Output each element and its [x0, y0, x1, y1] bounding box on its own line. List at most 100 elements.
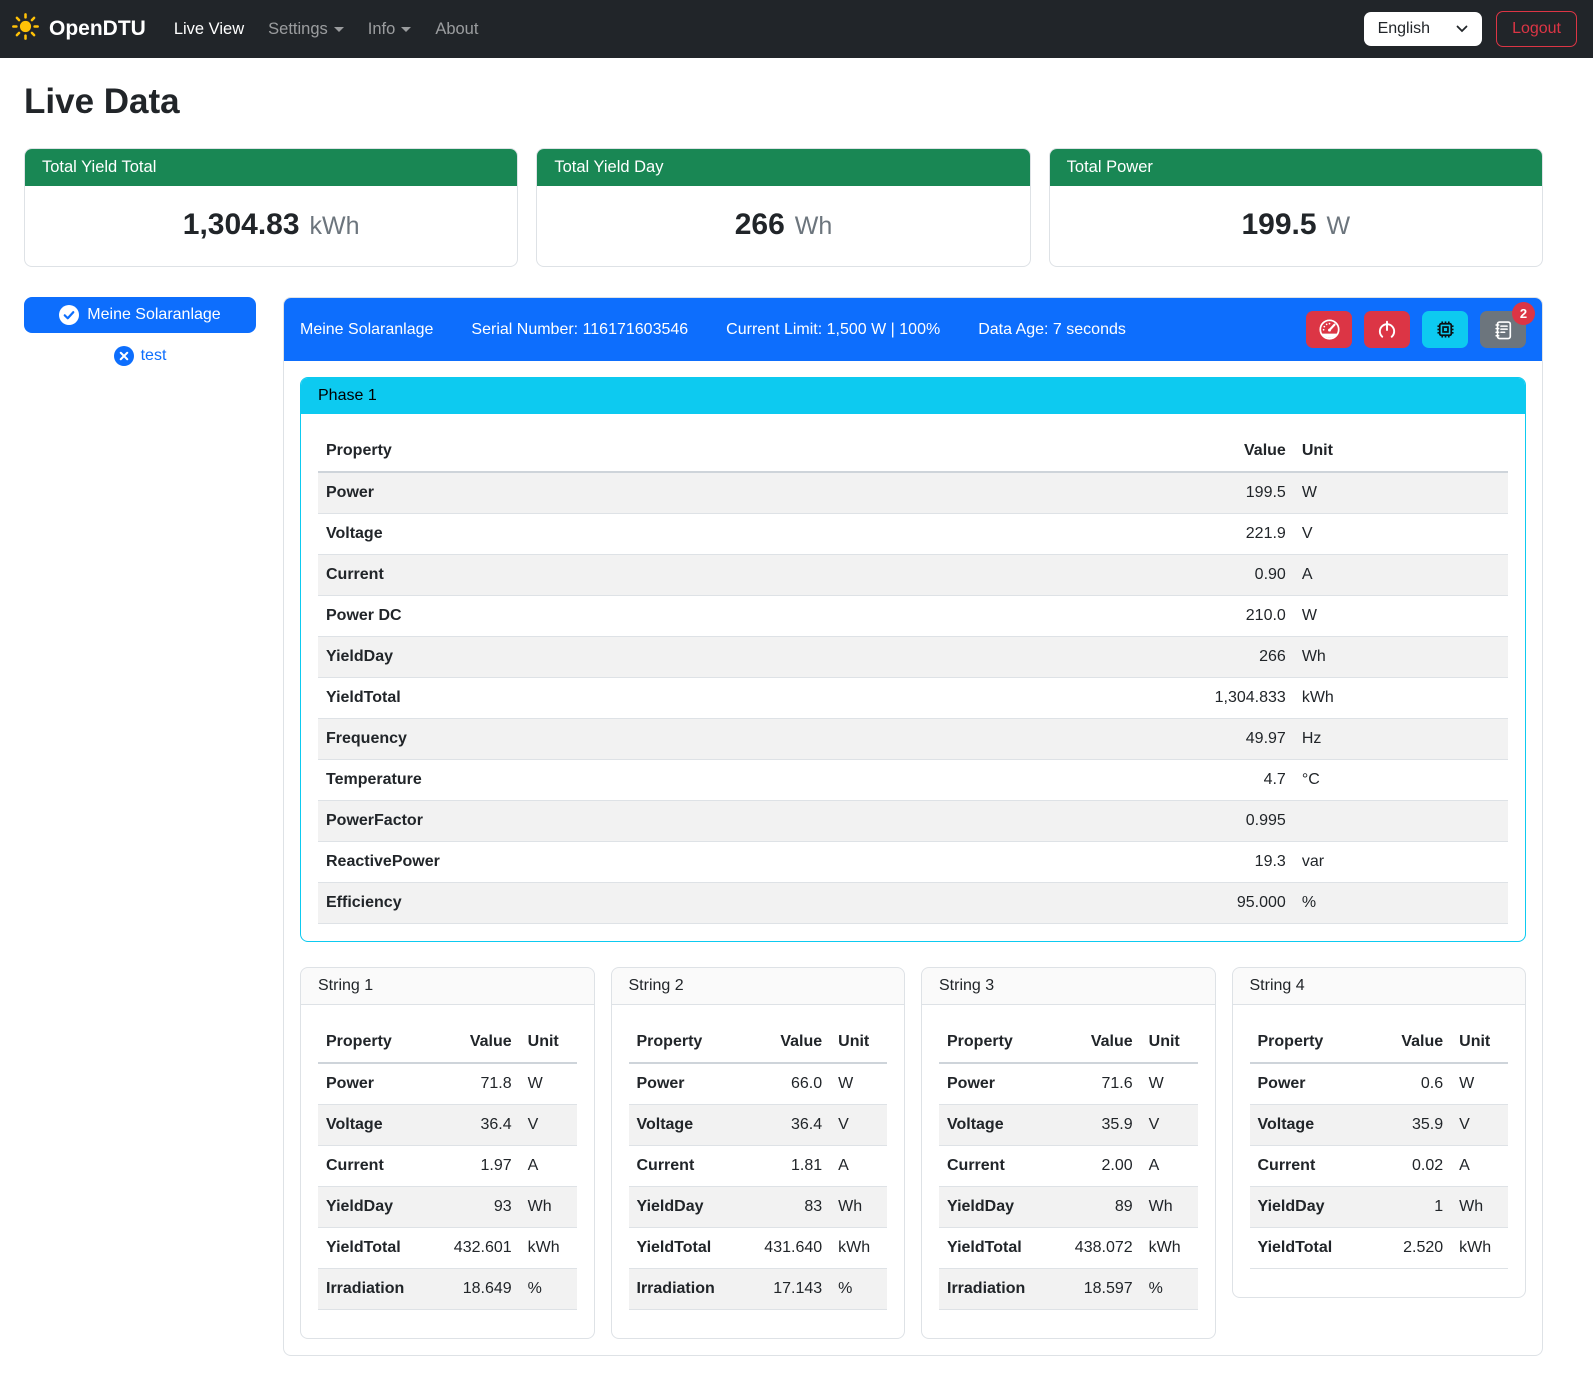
card-title: Total Yield Total [25, 149, 517, 186]
column-header-value: Value [1063, 1022, 1141, 1063]
inverter-test-label: test [141, 347, 167, 365]
table-row: Current1.81A [629, 1146, 888, 1187]
column-header-unit: Unit [520, 1022, 577, 1063]
string-4-card: String 4 Property Value Unit [1232, 967, 1527, 1298]
string-2-title: String 2 [612, 968, 905, 1005]
table-row: Current0.02A [1250, 1146, 1509, 1187]
card-total-yield-day: Total Yield Day 266 Wh [536, 148, 1030, 267]
table-row: Voltage35.9V [1250, 1105, 1509, 1146]
language-select[interactable]: English [1364, 12, 1482, 46]
column-header-value: Value [753, 1022, 831, 1063]
nav-about[interactable]: About [423, 12, 490, 47]
inverter-limit: Current Limit: 1,500 W | 100% [726, 321, 940, 339]
inverter-data-age: Data Age: 7 seconds [978, 321, 1126, 339]
inverter-card: Meine Solaranlage Serial Number: 1161716… [283, 297, 1543, 1356]
column-header-value: Value [442, 1022, 520, 1063]
table-row: Current1.97A [318, 1146, 577, 1187]
inverter-serial: Serial Number: 116171603546 [471, 321, 688, 339]
nav-live-view[interactable]: Live View [162, 12, 256, 47]
event-log-button[interactable]: 2 [1480, 311, 1526, 348]
card-unit: W [1327, 212, 1351, 241]
page-container: Live Data Total Yield Total 1,304.83 kWh… [0, 58, 1593, 1386]
table-row: Irradiation17.143% [629, 1269, 888, 1310]
table-row: Voltage35.9V [939, 1105, 1198, 1146]
brand-name: OpenDTU [49, 17, 146, 41]
inverter-sidebar: Meine Solaranlage test [24, 297, 256, 366]
column-header-value: Value [1374, 1022, 1452, 1063]
table-row: Power199.5W [318, 472, 1508, 514]
card-title: Total Power [1050, 149, 1542, 186]
logout-button[interactable]: Logout [1496, 11, 1577, 47]
nav-settings[interactable]: Settings [256, 12, 356, 47]
brand[interactable]: OpenDTU [12, 13, 146, 46]
device-info-button[interactable] [1422, 311, 1468, 348]
table-row: YieldDay1Wh [1250, 1187, 1509, 1228]
nav-info[interactable]: Info [356, 12, 424, 47]
table-row: Voltage36.4V [629, 1105, 888, 1146]
speedometer-icon [1318, 318, 1341, 341]
column-header-property: Property [629, 1022, 753, 1063]
card-total-yield-total: Total Yield Total 1,304.83 kWh [24, 148, 518, 267]
column-header-property: Property [939, 1022, 1063, 1063]
string-3-table: Property Value Unit Power71.6WVoltage35.… [939, 1022, 1198, 1310]
string-1-card: String 1 Property Value Unit [300, 967, 595, 1339]
power-button[interactable] [1364, 311, 1410, 348]
string-1-title: String 1 [301, 968, 594, 1005]
table-row: YieldDay89Wh [939, 1187, 1198, 1228]
limit-settings-button[interactable] [1306, 311, 1352, 348]
strings-row: String 1 Property Value Unit [300, 967, 1526, 1339]
cpu-icon [1434, 318, 1457, 341]
table-row: Irradiation18.649% [318, 1269, 577, 1310]
table-row: Power66.0W [629, 1063, 888, 1105]
column-header-unit: Unit [830, 1022, 887, 1063]
card-value: 199.5 [1241, 208, 1316, 242]
chevron-down-icon [401, 27, 411, 32]
journal-text-icon [1492, 319, 1514, 341]
navbar-right: English Logout [1364, 11, 1577, 47]
column-header-unit: Unit [1294, 431, 1508, 472]
summary-cards-row: Total Yield Total 1,304.83 kWh Total Yie… [24, 148, 1543, 267]
power-icon [1376, 319, 1398, 341]
column-header-property: Property [318, 431, 1163, 472]
string-4-title: String 4 [1233, 968, 1526, 1005]
table-row: Frequency49.97Hz [318, 719, 1508, 760]
event-count-badge: 2 [1512, 302, 1535, 325]
column-header-value: Value [1163, 431, 1294, 472]
string-2-table: Property Value Unit Power66.0WVoltage36.… [629, 1022, 888, 1310]
table-row: Current2.00A [939, 1146, 1198, 1187]
table-row: Irradiation18.597% [939, 1269, 1198, 1310]
sun-icon [12, 13, 39, 46]
table-row: Power71.6W [939, 1063, 1198, 1105]
chevron-down-icon [334, 27, 344, 32]
table-row: YieldTotal1,304.833kWh [318, 678, 1508, 719]
string-4-table: Property Value Unit Power0.6WVoltage35.9… [1250, 1022, 1509, 1269]
column-header-property: Property [1250, 1022, 1374, 1063]
language-value: English [1378, 20, 1430, 38]
table-row: YieldDay266Wh [318, 637, 1508, 678]
navbar: OpenDTU Live View Settings Info About En… [0, 0, 1593, 58]
column-header-property: Property [318, 1022, 442, 1063]
table-row: Voltage221.9V [318, 514, 1508, 555]
page-title: Live Data [24, 82, 1543, 122]
chevron-down-icon [1456, 20, 1468, 38]
phase-1-title: Phase 1 [301, 378, 1525, 414]
inverter-card-header: Meine Solaranlage Serial Number: 1161716… [284, 298, 1542, 361]
inverter-name: Meine Solaranlage [300, 321, 433, 339]
phase-1-card: Phase 1 Property Value Unit Power199.5WV… [300, 377, 1526, 942]
check-circle-icon [59, 305, 79, 325]
inverter-selected-label: Meine Solaranlage [87, 306, 220, 324]
table-row: YieldTotal2.520kWh [1250, 1228, 1509, 1269]
table-row: Temperature4.7°C [318, 760, 1508, 801]
phase-1-table: Property Value Unit Power199.5WVoltage22… [318, 431, 1508, 924]
inverter-selected-button[interactable]: Meine Solaranlage [24, 297, 256, 333]
string-3-card: String 3 Property Value Unit [921, 967, 1216, 1339]
column-header-unit: Unit [1451, 1022, 1508, 1063]
inverter-item-test[interactable]: test [24, 346, 256, 366]
card-value: 266 [735, 208, 785, 242]
x-circle-icon [114, 346, 134, 366]
table-row: PowerFactor0.995 [318, 801, 1508, 842]
table-row: YieldDay93Wh [318, 1187, 577, 1228]
card-title: Total Yield Day [537, 149, 1029, 186]
string-3-title: String 3 [922, 968, 1215, 1005]
table-row: Voltage36.4V [318, 1105, 577, 1146]
